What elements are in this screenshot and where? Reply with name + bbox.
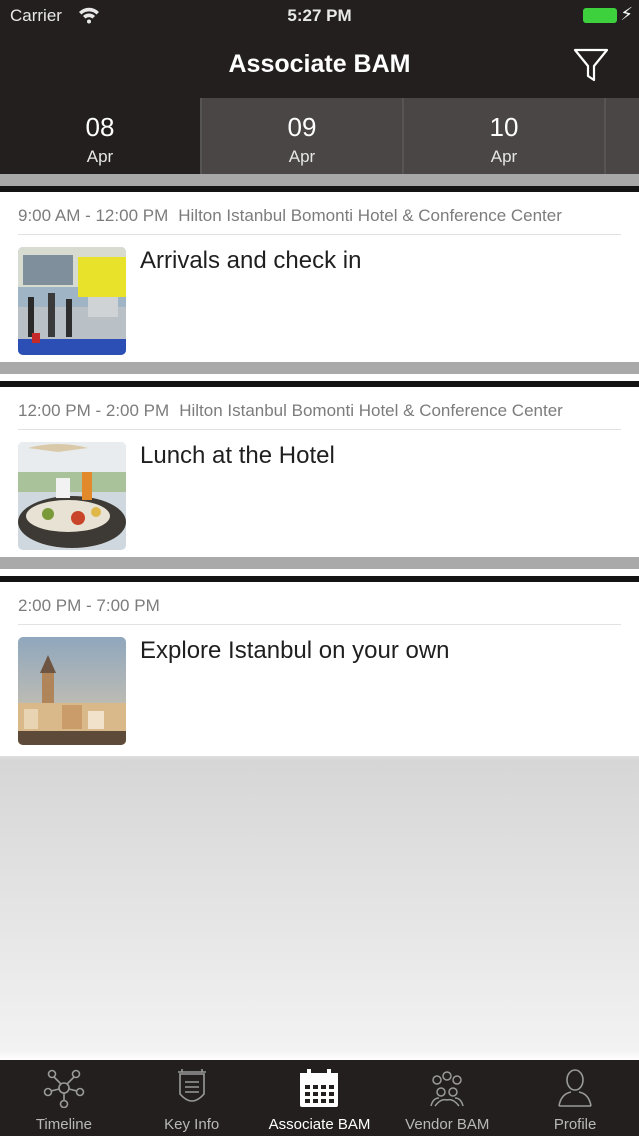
session-thumbnail-istanbul <box>18 637 126 745</box>
tab-label: Profile <box>553 1116 597 1133</box>
date-selector: 08 Apr 09 Apr 10 Apr <box>0 98 639 174</box>
session-meta: 9:00 AM - 12:00 PM Hilton Istanbul Bomont… <box>18 206 621 235</box>
session-title: Explore Istanbul on your own <box>140 637 450 664</box>
charging-icon: ⚡ <box>620 4 633 24</box>
session-title: Arrivals and check in <box>140 247 362 274</box>
date-tab-1[interactable]: 08 Apr <box>0 98 202 174</box>
session-thumbnail-lunch <box>18 442 126 550</box>
date-day: 09 <box>287 112 317 142</box>
session-meta: 12:00 PM - 2:00 PM Hilton Istanbul Bomont… <box>18 401 621 430</box>
date-month: Apr <box>86 147 114 166</box>
session-location: Hilton Istanbul Bomonti Hotel & Conferen… <box>179 401 563 420</box>
date-month: Apr <box>288 147 316 166</box>
session-thumbnail-airport <box>18 247 126 355</box>
group-icon <box>430 1071 465 1107</box>
tab-label: Vendor BAM <box>405 1116 490 1133</box>
timeline-icon <box>43 1069 85 1108</box>
status-bar: Carrier 5:27 PM ⚡ <box>0 0 639 32</box>
session-location: Hilton Istanbul Bomonti Hotel & Conferen… <box>178 206 562 225</box>
filter-icon[interactable] <box>573 46 609 84</box>
session-time: 12:00 PM - 2:00 PM <box>18 401 170 420</box>
divider <box>0 557 639 569</box>
navigation-bar: Associate BAM <box>0 32 639 98</box>
divider <box>0 174 639 186</box>
tab-associate-bam[interactable]: Associate BAM <box>256 1060 384 1136</box>
session-card-explore[interactable]: 2:00 PM - 7:00 PM Explore Istanbul on yo… <box>0 576 639 756</box>
date-day: 08 <box>85 112 115 142</box>
page-title: Associate BAM <box>228 50 411 78</box>
session-title: Lunch at the Hotel <box>140 442 335 469</box>
key-info-icon <box>177 1069 206 1102</box>
tab-profile[interactable]: Profile <box>511 1060 639 1136</box>
clock: 5:27 PM <box>287 6 352 25</box>
tab-key-info[interactable]: Key Info <box>128 1060 256 1136</box>
date-tab-next[interactable] <box>606 98 639 174</box>
date-day: 10 <box>489 112 519 142</box>
date-tab-3[interactable]: 10 Apr <box>404 98 606 174</box>
calendar-icon <box>300 1069 339 1107</box>
tab-label: Associate BAM <box>268 1116 371 1133</box>
profile-icon <box>558 1069 592 1107</box>
battery-icon <box>583 8 617 23</box>
date-tab-2[interactable]: 09 Apr <box>202 98 404 174</box>
tab-label: Timeline <box>35 1116 92 1133</box>
session-meta: 2:00 PM - 7:00 PM <box>18 596 621 625</box>
session-time: 2:00 PM - 7:00 PM <box>18 596 160 615</box>
date-month: Apr <box>490 147 518 166</box>
session-card-lunch[interactable]: 12:00 PM - 2:00 PM Hilton Istanbul Bomont… <box>0 381 639 569</box>
tab-bar: Timeline Key Info Associate BAM Vendor B… <box>0 1060 639 1136</box>
tab-vendor-bam[interactable]: Vendor BAM <box>383 1060 511 1136</box>
divider <box>0 362 639 374</box>
session-card-arrivals[interactable]: 9:00 AM - 12:00 PM Hilton Istanbul Bomont… <box>0 186 639 374</box>
session-time: 9:00 AM - 12:00 PM <box>18 206 169 225</box>
tab-timeline[interactable]: Timeline <box>0 1060 128 1136</box>
tab-label: Key Info <box>164 1116 220 1133</box>
